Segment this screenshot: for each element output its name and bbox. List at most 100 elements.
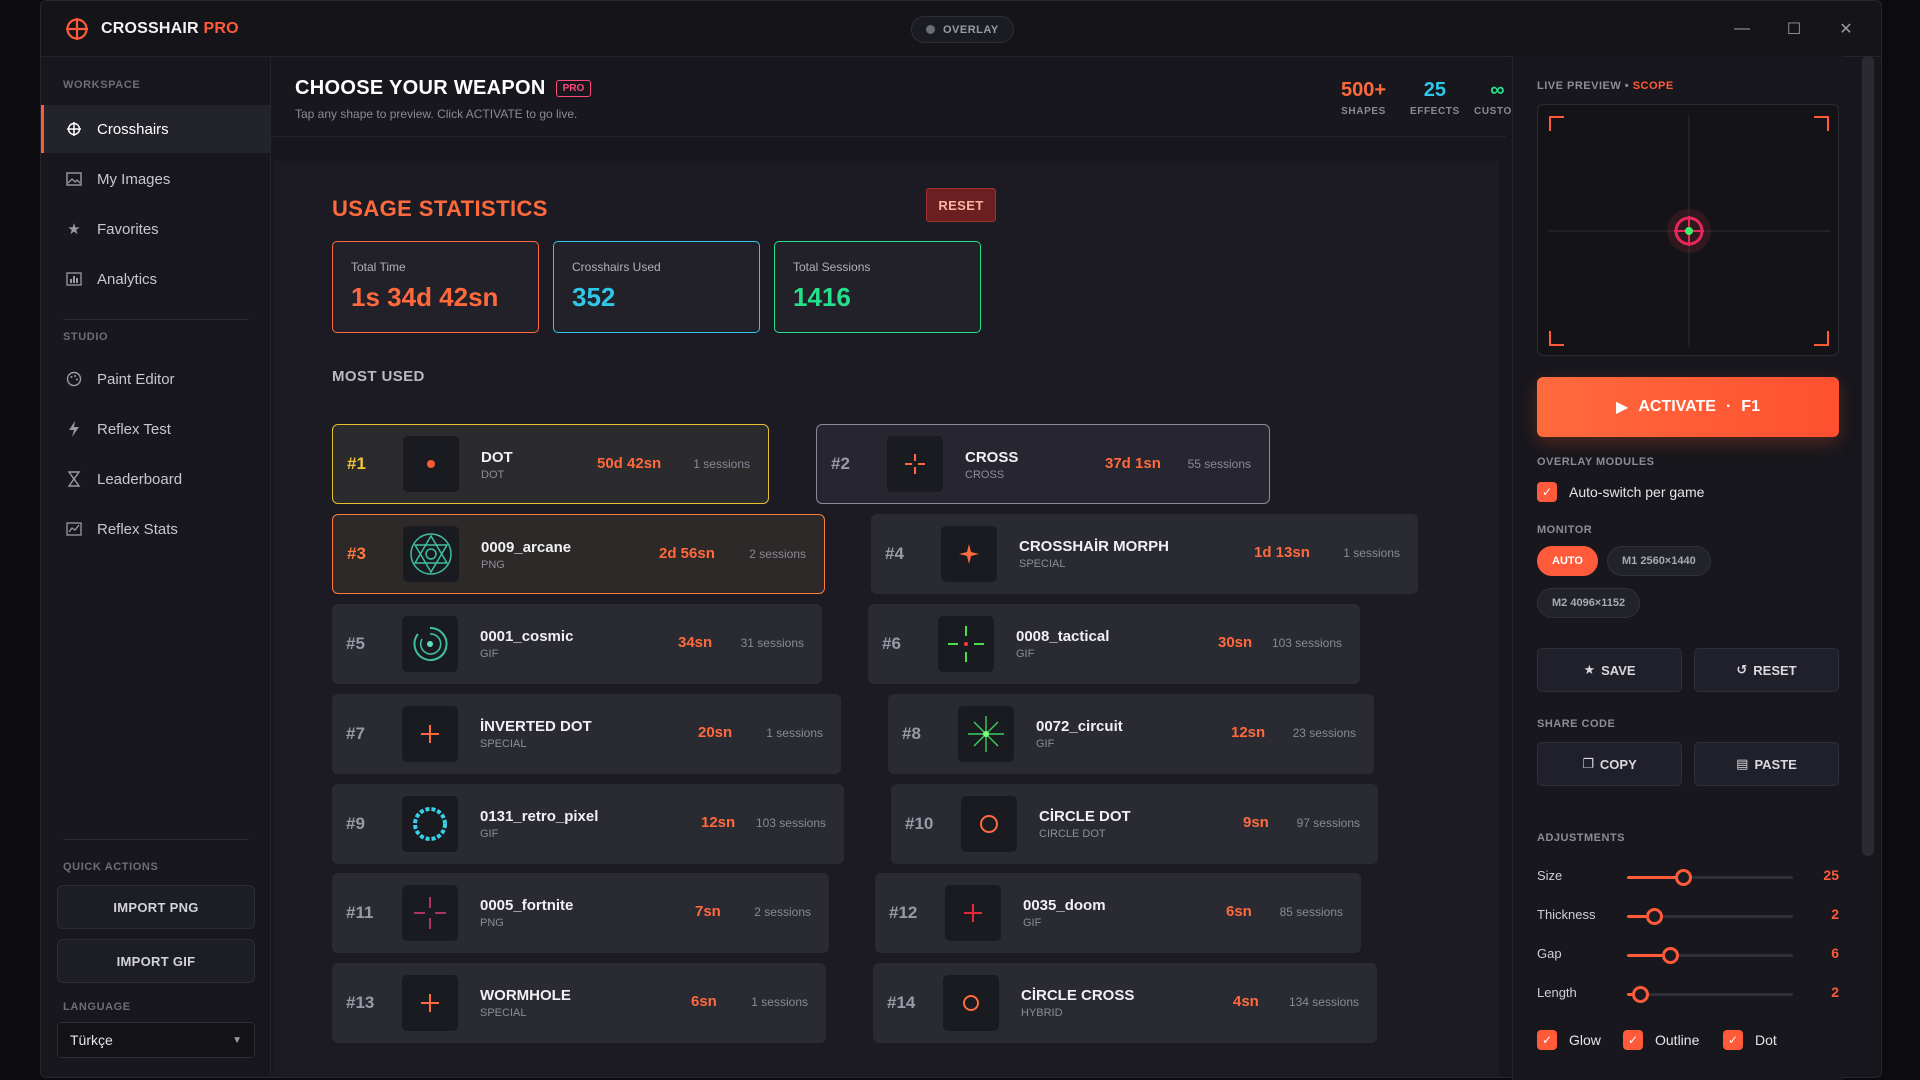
weapon-name: İNVERTED DOT [480,718,592,735]
weapon-type: PNG [480,917,504,929]
weapon-card[interactable]: #3 0009_arcane PNG 2d 56sn 2 sessions [332,514,825,594]
copy-button[interactable]: ❐ COPY [1537,742,1682,786]
slider-knob[interactable] [1662,947,1680,964]
weapon-type: GIF [480,828,499,840]
weapon-card[interactable]: #14 CİRCLE CROSS HYBRID 4sn 134 sessions [873,963,1377,1043]
weapon-name: WORMHOLE [480,987,571,1004]
workspace-section-label: WORKSPACE [63,79,141,91]
language-select[interactable]: Türkçe ▼ [57,1022,255,1058]
monitor-m1-chip[interactable]: M1 2560×1440 [1607,546,1711,576]
sidebar-item-label: Leaderboard [97,470,183,488]
weapon-card[interactable]: #7 İNVERTED DOT SPECIAL 20sn 1 sessions [332,694,841,774]
weapon-type: GIF [1023,917,1042,929]
crosshair-preview[interactable] [1537,104,1839,356]
slider-knob[interactable] [1675,869,1693,886]
sidebar-divider [63,319,249,320]
weapon-time: 2d 56sn [659,545,715,562]
weapon-time: 12sn [701,814,736,831]
weapon-time: 7sn [695,903,721,920]
window-controls: — ☐ ✕ [1725,15,1863,43]
close-icon[interactable]: ✕ [1829,15,1863,43]
arcane-crosshair-icon [403,526,459,582]
reset-button[interactable]: ↺ RESET [1694,648,1839,692]
weapon-card[interactable]: #12 0035_doom GIF 6sn 85 sessions [875,873,1361,953]
dot-crosshair-icon [403,436,459,492]
overlay-label: OVERLAY [943,23,999,36]
activate-button[interactable]: ▶ ACTIVATE · F1 [1537,377,1839,437]
paste-button[interactable]: ▤ PASTE [1694,742,1839,786]
circle-dot-crosshair-icon [961,796,1017,852]
weapon-type: DOT [481,469,505,481]
stat-card-crosshairs-used: Crosshairs Used 352 [553,241,760,333]
copy-label: COPY [1599,756,1637,772]
weapon-card[interactable]: #1 DOT DOT 50d 42sn 1 sessions [332,424,769,504]
reset-label: RESET [1753,662,1797,678]
import-gif-button[interactable]: IMPORT GIF [57,939,255,983]
chart-icon [65,270,83,288]
size-slider[interactable]: Size 25 [1537,862,1839,892]
glow-checkbox[interactable]: ✓ [1537,1030,1557,1050]
slider-knob[interactable] [1632,986,1650,1003]
weapon-name: 0005_fortnite [480,897,574,914]
pro-badge: PRO [555,80,592,97]
monitor-auto-chip[interactable]: AUTO [1537,546,1598,576]
weapon-card[interactable]: #5 0001_cosmic GIF 34sn 31 sessions [332,604,822,684]
stat-effects: 25 EFFECTS [1410,79,1460,117]
auto-switch-checkbox[interactable]: ✓ [1537,482,1557,502]
stat-label: EFFECTS [1410,106,1460,117]
weapon-rank: #12 [889,903,918,922]
sidebar: WORKSPACE Crosshairs My Images ★ Favorit… [41,57,271,1077]
weapon-card[interactable]: #8 0072_circuit GIF 12sn 23 sessions [888,694,1374,774]
stat-card-total-sessions: Total Sessions 1416 [774,241,981,333]
outline-label: Outline [1655,1032,1700,1048]
thickness-slider[interactable]: Thickness 2 [1537,901,1839,931]
weapon-card[interactable]: #11 0005_fortnite PNG 7sn 2 sessions [332,873,829,953]
weapon-card[interactable]: #4 CROSSHAİR MORPH SPECIAL 1d 13sn 1 ses… [871,514,1418,594]
minimize-icon[interactable]: — [1725,15,1759,43]
weapon-time: 20sn [698,724,733,741]
length-slider[interactable]: Length 2 [1537,979,1839,1009]
overlay-toggle[interactable]: OVERLAY [911,16,1014,43]
save-button[interactable]: ★ SAVE [1537,648,1682,692]
outline-checkbox[interactable]: ✓ [1623,1030,1643,1050]
weapon-sessions: 97 sessions [1296,816,1360,830]
weapon-card[interactable]: #10 CİRCLE DOT CIRCLE DOT 9sn 97 session… [891,784,1378,864]
sidebar-item-leaderboard[interactable]: Leaderboard [41,455,270,503]
circuit-crosshair-icon [958,706,1014,762]
sidebar-item-my-images[interactable]: My Images [41,155,270,203]
right-panel-scrollbar[interactable] [1862,56,1874,856]
weapon-sessions: 1 sessions [693,457,750,471]
sidebar-item-reflex-test[interactable]: Reflex Test [41,405,270,453]
weapon-sessions: 103 sessions [755,816,826,830]
import-png-button[interactable]: IMPORT PNG [57,885,255,929]
stat-card-label: Total Sessions [793,260,871,274]
sidebar-item-label: Reflex Stats [97,520,178,538]
language-label: LANGUAGE [63,1001,131,1013]
sidebar-item-crosshairs[interactable]: Crosshairs [41,105,270,153]
glow-label: Glow [1569,1032,1601,1048]
reset-stats-button[interactable]: RESET [926,188,996,222]
weapon-card[interactable]: #13 WORMHOLE SPECIAL 6sn 1 sessions [332,963,826,1043]
weapon-time: 50d 42sn [597,455,662,472]
sidebar-item-analytics[interactable]: Analytics [41,255,270,303]
dot-checkbox[interactable]: ✓ [1723,1030,1743,1050]
circle-cross-crosshair-icon [943,975,999,1031]
slider-knob[interactable] [1645,908,1663,925]
weapon-card[interactable]: #6 0008_tactical GIF 30sn 103 sessions [868,604,1360,684]
slider-track[interactable] [1627,993,1793,996]
weapon-type: GIF [1016,648,1035,660]
activate-label: ACTIVATE [1638,398,1716,415]
sidebar-item-favorites[interactable]: ★ Favorites [41,205,270,253]
inverted-dot-crosshair-icon [402,706,458,762]
gap-slider[interactable]: Gap 6 [1537,940,1839,970]
maximize-icon[interactable]: ☐ [1777,15,1811,43]
stat-card-value: 1s 34d 42sn [351,282,499,312]
weapon-rank: #4 [885,544,904,563]
sidebar-item-reflex-stats[interactable]: Reflex Stats [41,505,270,553]
weapon-card[interactable]: #9 0131_retro_pixel GIF 12sn 103 session… [332,784,844,864]
monitor-m2-chip[interactable]: M2 4096×1152 [1537,588,1641,618]
weapon-card[interactable]: #2 CROSS CROSS 37d 1sn 55 sessions [816,424,1270,504]
app-logo: CROSSHAIR PRO [65,17,239,41]
sidebar-item-paint-editor[interactable]: Paint Editor [41,355,270,403]
slider-label: Length [1537,985,1577,1000]
